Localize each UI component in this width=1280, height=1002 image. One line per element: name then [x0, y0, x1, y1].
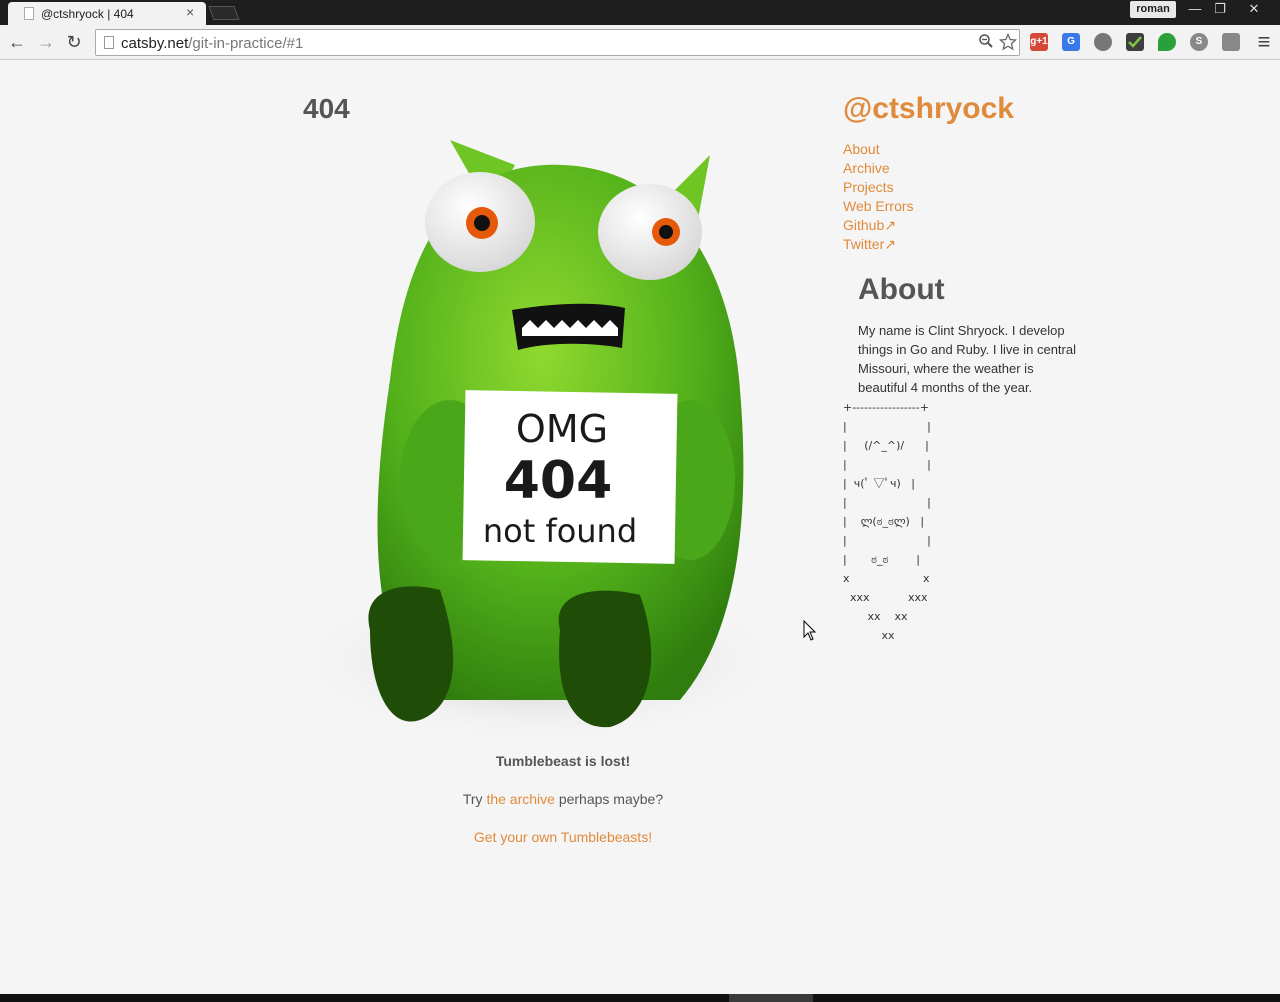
taskbar — [0, 994, 1280, 1002]
checkmark-icon[interactable] — [1126, 33, 1144, 51]
site-nav: About Archive Projects Web Errors Github… — [843, 140, 914, 254]
copy-icon[interactable] — [1222, 33, 1240, 51]
lost-text: Tumblebeast is lost! — [495, 753, 631, 769]
nav-archive[interactable]: Archive — [843, 159, 914, 178]
page-icon — [24, 7, 34, 20]
zoom-icon[interactable] — [976, 33, 996, 53]
about-heading: About — [858, 273, 945, 306]
restore-button[interactable]: ❐ — [1208, 0, 1232, 18]
tumblebeast-image: OMG 404 not found — [300, 140, 785, 745]
mouse-cursor-icon — [803, 620, 817, 641]
bookmark-star-icon[interactable] — [998, 32, 1018, 53]
nav-github[interactable]: Github↗ — [843, 216, 914, 235]
sign-not-found: not found — [483, 512, 637, 550]
new-tab-button[interactable] — [208, 6, 240, 20]
skype-icon[interactable]: S — [1190, 33, 1208, 51]
url-path: /git-in-practice/#1 — [188, 35, 304, 52]
page-icon — [104, 36, 114, 49]
nav-web-errors[interactable]: Web Errors — [843, 197, 914, 216]
nav-twitter[interactable]: Twitter↗ — [843, 235, 914, 254]
close-icon[interactable]: × — [186, 4, 194, 20]
ascii-art: +-----------------+ | | | (/^_^)/ | | | … — [843, 401, 931, 642]
site-title[interactable]: @ctshryock — [843, 92, 1014, 126]
taskbar-active-item[interactable] — [729, 994, 813, 1002]
window-close-button[interactable]: ✕ — [1242, 0, 1266, 18]
evernote-icon[interactable] — [1158, 33, 1176, 51]
tab-active[interactable]: @ctshryock | 404 × — [8, 2, 206, 25]
page-title: 404 — [303, 93, 350, 124]
url-text[interactable]: catsby.net/git-in-practice/#1 — [121, 35, 303, 52]
tab-title: @ctshryock | 404 — [41, 7, 134, 21]
try-archive-line: Try the archive perhaps maybe? — [303, 791, 823, 807]
google-plus-one-icon[interactable]: g+1 — [1030, 33, 1048, 51]
get-tumblebeasts-link[interactable]: Get your own Tumblebeasts! — [474, 829, 652, 845]
nav-about[interactable]: About — [843, 140, 914, 159]
title-bar: @ctshryock | 404 × roman — ❐ ✕ — [0, 0, 1280, 25]
back-button[interactable]: ← — [5, 29, 29, 55]
menu-icon[interactable]: ≡ — [1252, 29, 1276, 55]
translate-icon[interactable]: G — [1062, 33, 1080, 51]
lost-message: Tumblebeast is lost! — [303, 753, 823, 769]
url-host: catsby.net — [121, 35, 189, 52]
archive-link[interactable]: the archive — [486, 791, 554, 807]
profile-badge[interactable]: roman — [1130, 1, 1176, 18]
browser-toolbar: ← → ↻ catsby.net/git-in-practice/#1 g+1 … — [0, 25, 1280, 60]
nav-projects[interactable]: Projects — [843, 178, 914, 197]
reload-button[interactable]: ↻ — [62, 29, 86, 55]
get-tumblebeasts-line: Get your own Tumblebeasts! — [303, 829, 823, 845]
address-bar[interactable]: catsby.net/git-in-practice/#1 — [95, 29, 1020, 56]
try-prefix: Try — [462, 791, 487, 807]
about-text: My name is Clint Shryock. I develop thin… — [858, 323, 1076, 395]
sign-404: 404 — [504, 451, 613, 511]
forward-button[interactable]: → — [34, 29, 58, 55]
sign-omg: OMG — [516, 407, 608, 451]
minimize-button[interactable]: — — [1183, 0, 1207, 18]
try-suffix: perhaps maybe? — [554, 791, 664, 807]
extension-icon[interactable] — [1094, 33, 1112, 51]
